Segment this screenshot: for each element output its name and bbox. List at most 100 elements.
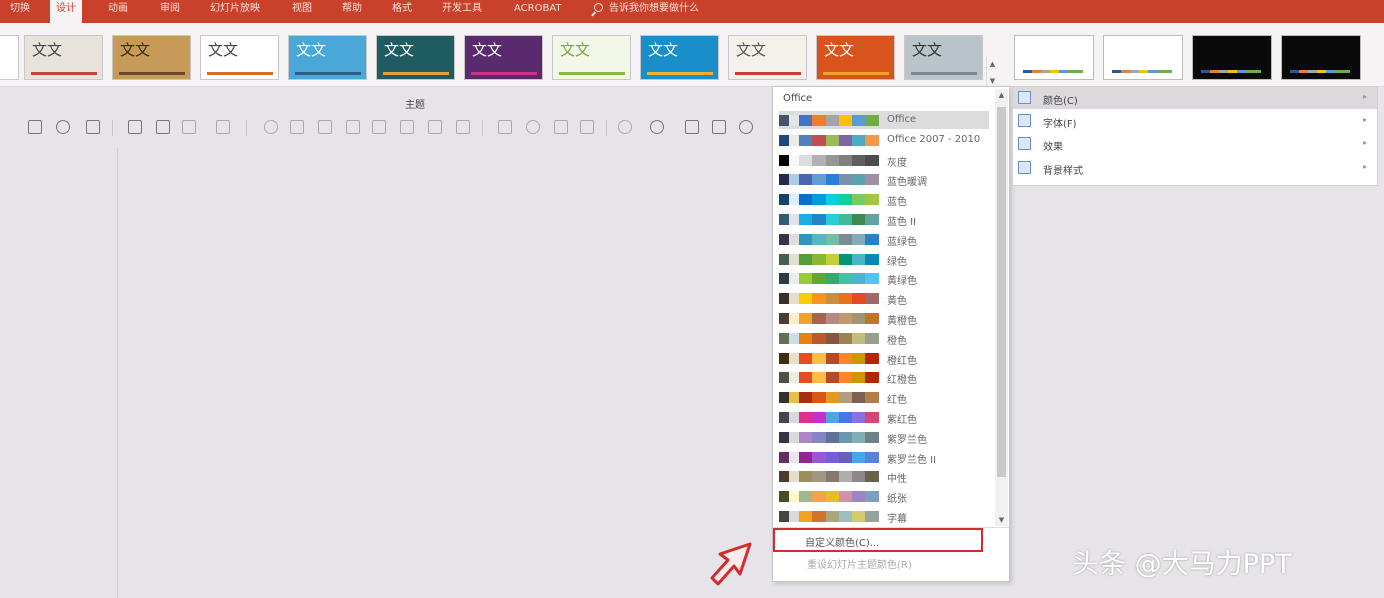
shape-outline-icon[interactable] [182,120,196,134]
variant-thumbnail[interactable] [1281,35,1361,80]
tell-me-search[interactable]: 告诉我你想要做什么 [594,0,699,20]
scroll-down-icon[interactable]: ▼ [995,514,1008,526]
theme-thumbnail[interactable]: 文文 [200,35,279,80]
theme-thumbnail[interactable]: 文文 [464,35,543,80]
color-swatch [865,431,879,443]
side-menu-item[interactable]: 颜色(C) ▸ [1013,87,1377,109]
reset-theme-colors-item[interactable]: 重设幻灯片主题颜色(R) [807,556,912,571]
text-direction-icon[interactable] [128,120,142,134]
color-scheme-item[interactable]: 字幕 [779,507,989,525]
group-icon[interactable] [498,120,512,134]
align-bottom-icon[interactable] [400,120,414,134]
color-scheme-item[interactable]: 红橙色 [779,368,989,386]
side-menu-item[interactable]: 背景样式 ▸ [1013,157,1377,179]
color-scheme-item[interactable]: Office 2007 - 2010 [779,131,989,149]
align-right-icon[interactable] [318,120,332,134]
color-scheme-item[interactable]: 黄绿色 [779,269,989,287]
quick-toolbar [20,118,780,140]
theme-thumbnail[interactable]: 文文 [640,35,719,80]
color-scheme-item[interactable]: 蓝绿色 [779,230,989,248]
color-scheme-item[interactable]: 蓝色 II [779,210,989,228]
theme-thumbnail[interactable]: 文文 [728,35,807,80]
ungroup-icon[interactable] [526,120,540,134]
side-menu-item[interactable]: 效果 ▸ [1013,133,1377,155]
color-scheme-item[interactable]: 橙红色 [779,349,989,367]
shape-fill-icon[interactable] [156,120,170,134]
rounded-rectangle-icon[interactable] [712,120,726,134]
align-center-icon[interactable] [290,120,304,134]
color-scheme-item[interactable]: Office [779,111,989,129]
theme-thumbnail[interactable]: 文文 [112,35,191,80]
color-scheme-name: 纸张 [887,494,907,506]
tab-animations[interactable]: 动画 [102,0,134,20]
scroll-thumb[interactable] [997,107,1006,477]
color-scheme-name: 黄色 [887,296,907,308]
variant-color-bar [1112,70,1172,73]
color-scheme-item[interactable]: 紫红色 [779,408,989,426]
scroll-up-icon[interactable]: ▲ [995,89,1008,101]
color-scheme-item[interactable]: 紫罗兰色 II [779,448,989,466]
color-scheme-item[interactable]: 橙色 [779,329,989,347]
align-top-icon[interactable] [346,120,360,134]
color-scheme-item[interactable]: 蓝色暖调 [779,170,989,188]
lasso-icon[interactable] [618,120,632,134]
theme-thumbnail-partial[interactable] [0,35,19,80]
redo-icon[interactable] [86,120,100,134]
tab-developer[interactable]: 开发工具 [436,0,488,20]
undo-icon[interactable] [56,120,70,134]
rotate-icon[interactable] [554,120,568,134]
shapes-dropdown-icon[interactable] [650,120,664,134]
theme-thumbnail[interactable]: 文文 [288,35,367,80]
theme-thumbnail[interactable]: 文文 [552,35,631,80]
align-middle-icon[interactable] [372,120,386,134]
oval-icon[interactable] [739,120,753,134]
tab-review[interactable]: 审阅 [154,0,186,20]
merge-shapes-icon[interactable] [216,120,230,134]
color-swatch [779,332,789,344]
color-scheme-item[interactable]: 灰度 [779,151,989,169]
color-swatch [799,471,813,483]
dropdown-scrollbar[interactable]: ▲ ▼ [995,89,1008,526]
color-scheme-item[interactable]: 蓝色 [779,190,989,208]
side-menu-item[interactable]: 字体(F) ▸ [1013,110,1377,132]
color-scheme-item[interactable]: 纸张 [779,487,989,505]
color-swatch [779,253,789,265]
crop-icon[interactable] [580,120,594,134]
color-scheme-item[interactable]: 黄色 [779,289,989,307]
tab-design[interactable]: 设计 [50,0,82,23]
variant-thumbnail[interactable] [1192,35,1272,80]
tab-acrobat[interactable]: ACROBAT [508,0,568,20]
slide-thumbnail-pane[interactable] [0,148,118,598]
tab-view[interactable]: 视图 [286,0,318,20]
tab-transitions[interactable]: 切换 [4,0,36,20]
color-scheme-item[interactable]: 中性 [779,467,989,485]
color-swatch [865,134,879,146]
variant-thumbnail[interactable] [1103,35,1183,80]
theme-thumbnail[interactable]: 文文 [904,35,983,80]
distribute-icon[interactable] [428,120,442,134]
customize-colors-button[interactable]: 自定义颜色(C)... [773,528,983,552]
theme-color-bar [471,72,537,75]
rectangle-icon[interactable] [685,120,699,134]
color-scheme-item[interactable]: 黄橙色 [779,309,989,327]
search-icon [594,3,603,12]
color-scheme-item[interactable]: 红色 [779,388,989,406]
variant-thumbnail[interactable] [1014,35,1094,80]
color-swatch [812,154,826,166]
fill-bucket-icon[interactable] [456,120,470,134]
tab-slideshow[interactable]: 幻灯片放映 [204,0,266,20]
color-swatch [852,214,866,225]
align-left-icon[interactable] [264,120,278,134]
color-scheme-item[interactable]: 绿色 [779,250,989,268]
tab-format[interactable]: 格式 [386,0,418,20]
tab-help[interactable]: 帮助 [336,0,368,20]
save-icon[interactable] [28,120,42,134]
color-scheme-item[interactable]: 紫罗兰色 [779,428,989,446]
color-swatch [852,451,866,463]
theme-thumbnail[interactable]: 文文 [24,35,103,80]
gallery-up-icon[interactable]: ▲ [987,56,998,73]
theme-thumbnail[interactable]: 文文 [816,35,895,80]
theme-sample-text: 文文 [296,41,327,59]
color-swatch [825,431,839,443]
theme-thumbnail[interactable]: 文文 [376,35,455,80]
